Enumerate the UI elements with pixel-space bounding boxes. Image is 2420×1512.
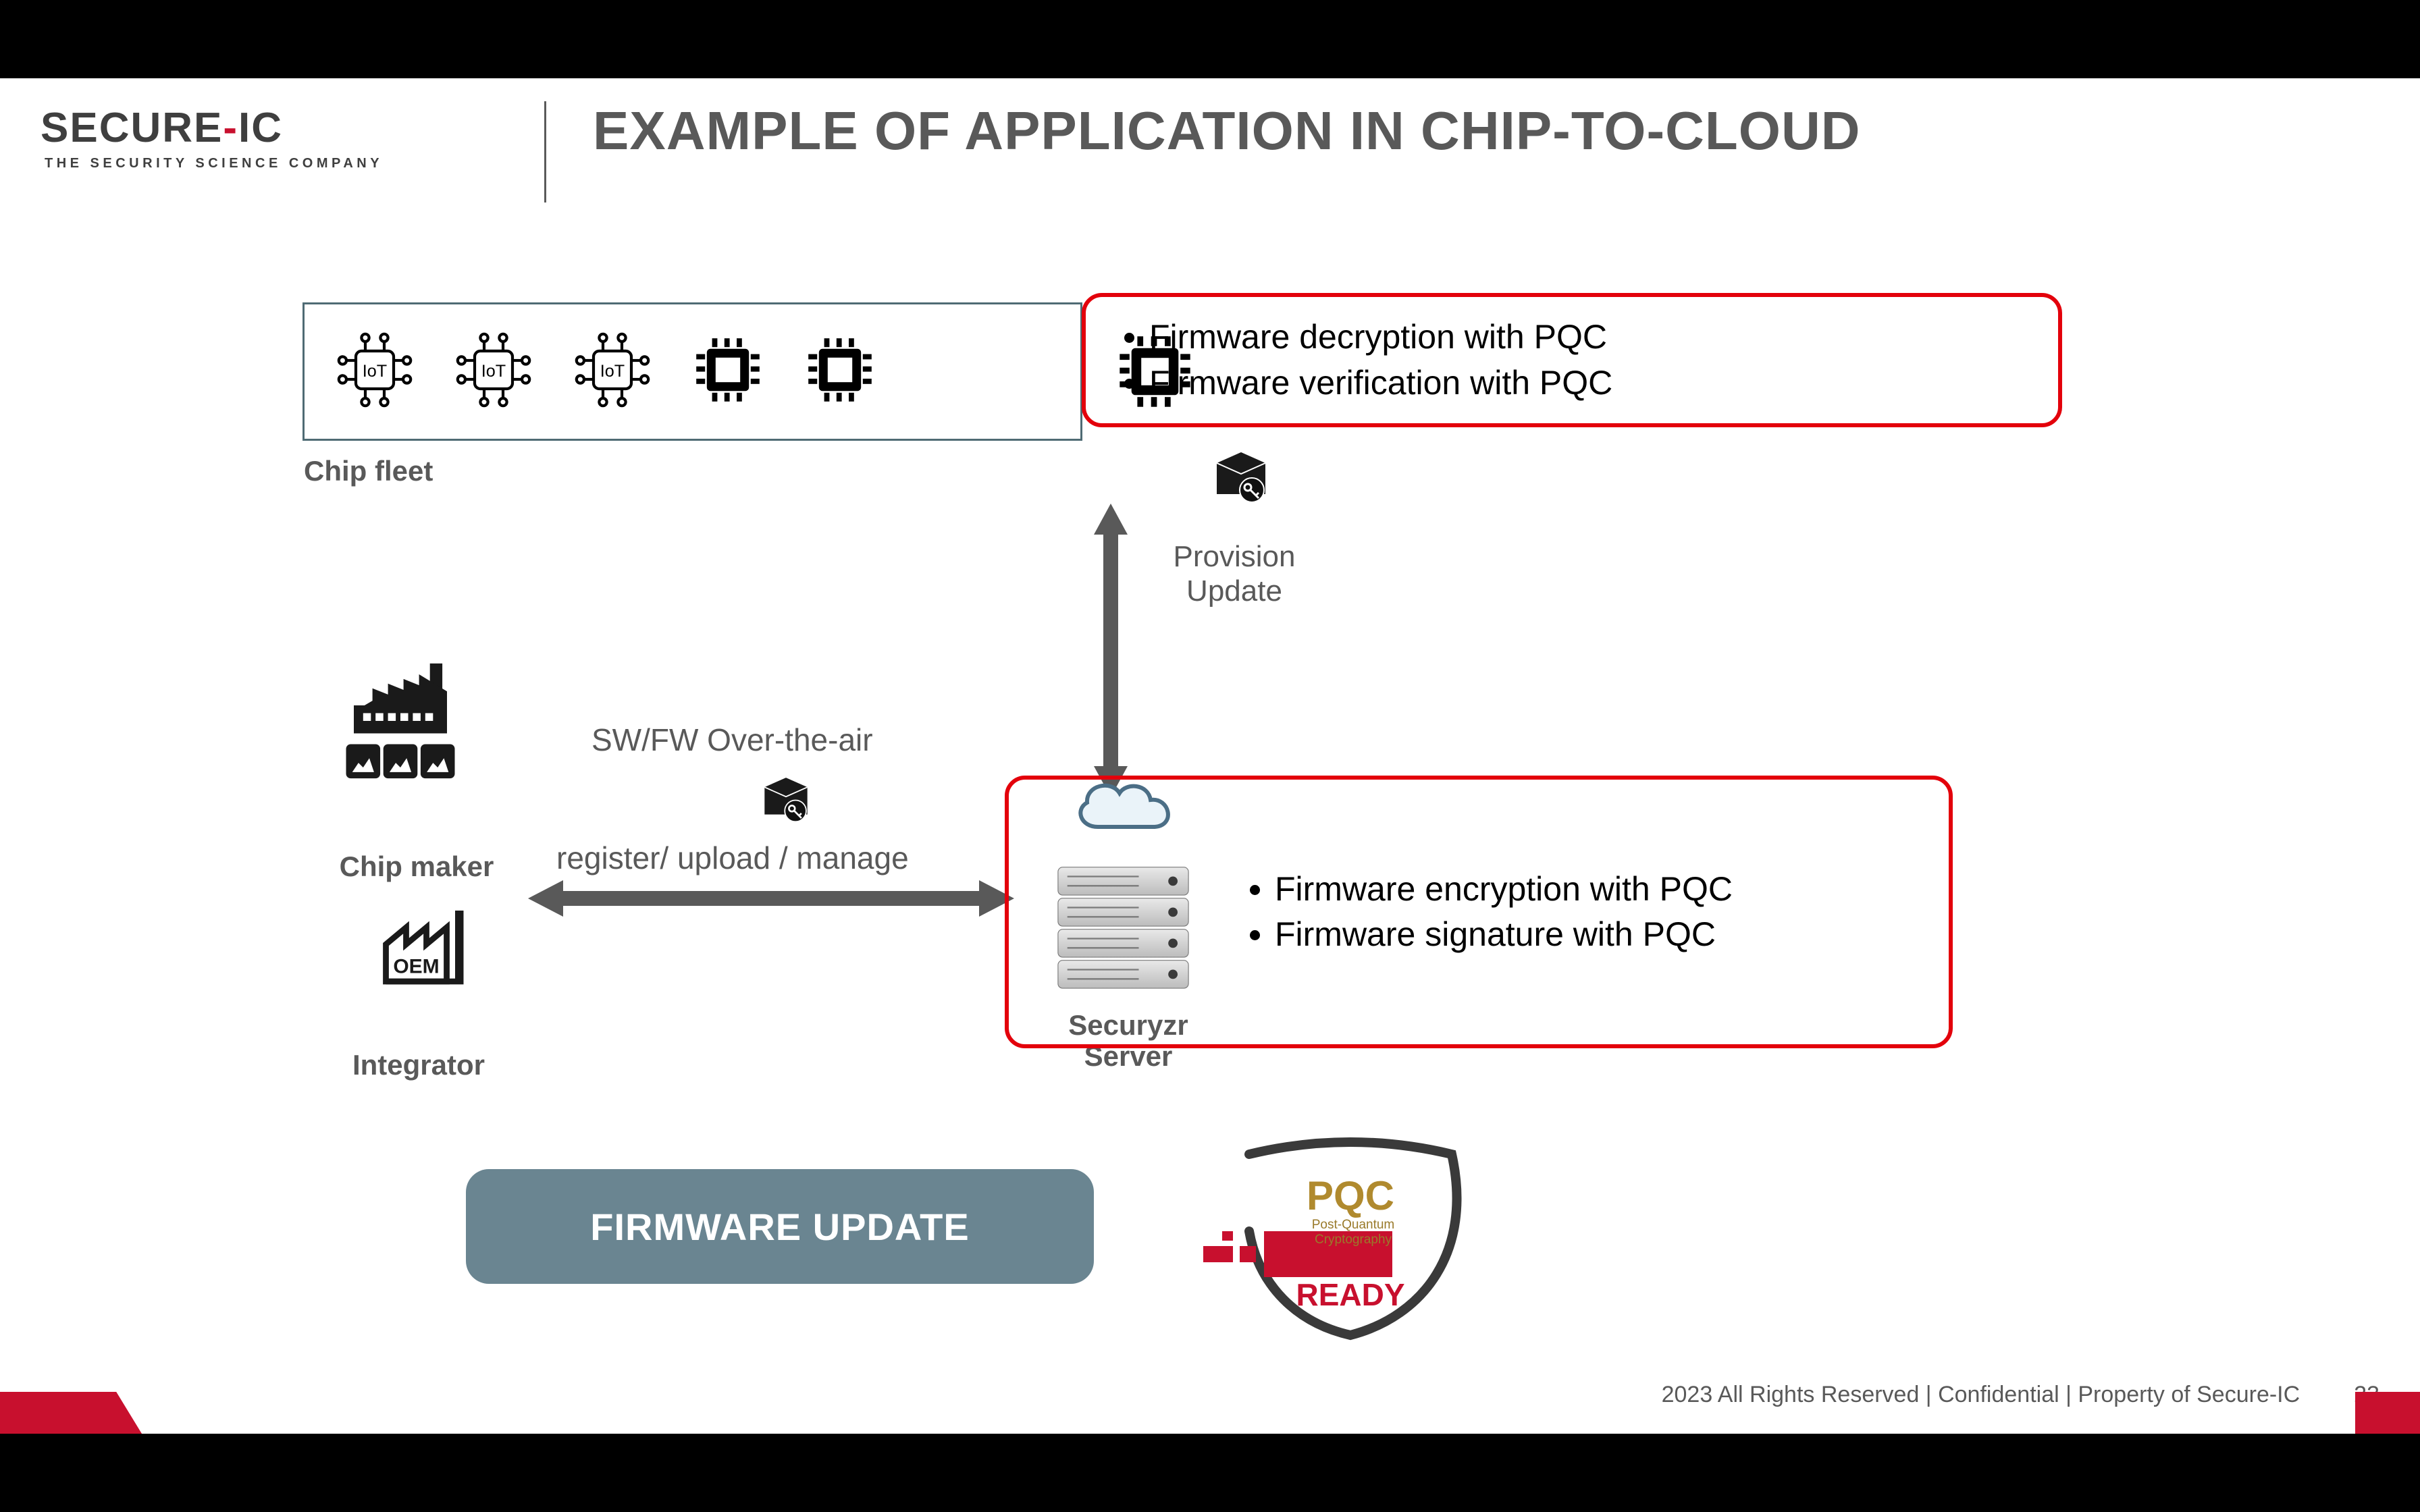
package-key-icon [1207,441,1275,512]
svg-text:PQC: PQC [1307,1173,1394,1218]
slide: SECURE-IC THE SECURITY SCIENCE COMPANY E… [0,78,2420,1434]
chip-fleet-group: IoT IoT IoT [302,302,1082,441]
provision-label: Provision Update [1153,540,1315,608]
firmware-update-badge: FIRMWARE UPDATE [466,1169,1094,1284]
register-label: register/ upload / manage [556,840,909,876]
svg-text:Cryptography: Cryptography [1315,1233,1392,1247]
logo-subtitle: THE SECURITY SCIENCE COMPANY [45,156,383,171]
svg-text:IoT: IoT [363,362,387,381]
integrator-label: Integrator [331,1049,506,1081]
iot-chip-icon: IoT [565,323,660,421]
package-key-icon [756,768,816,831]
firmware-encrypt-box: Firmware encryption with PQC Firmware si… [1005,776,1953,1048]
chip-maker-label: Chip maker [312,850,521,883]
header-separator [544,101,546,202]
iot-chip-icon: IoT [327,323,422,421]
factory-icon [323,659,478,817]
chip-fleet-label: Chip fleet [304,455,433,487]
firmware-decrypt-box: Firmware decryption with PQC Firmware ve… [1082,293,2062,427]
top-item-1: Firmware decryption with PQC [1149,315,2028,360]
iot-chip-icon: IoT [446,323,541,421]
vertical-double-arrow-icon [1091,504,1130,797]
cpu-chip-icon [684,326,772,417]
decor-corner-right [2355,1392,2420,1434]
top-item-2: Firmware verification with PQC [1149,360,2028,406]
svg-text:OEM: OEM [393,956,439,978]
logo-text: SECURE [41,105,223,151]
footer-copyright: 2023 All Rights Reserved | Confidential … [1662,1382,2300,1408]
bot-item-1: Firmware encryption with PQC [1275,867,1733,913]
logo-ic: IC [238,105,283,151]
svg-text:READY: READY [1296,1277,1404,1312]
footer: 2023 All Rights Reserved | Confidential … [0,1382,2420,1408]
company-logo: SECURE-IC [41,104,283,152]
swfw-label: SW/FW Over-the-air [591,722,873,758]
logo-dash: - [223,105,238,151]
oem-factory-icon: OEM [374,900,475,1005]
svg-text:IoT: IoT [481,362,506,381]
fw-badge-text: FIRMWARE UPDATE [590,1205,970,1249]
bot-item-2: Firmware signature with PQC [1275,912,1733,958]
horizontal-double-arrow-icon [528,878,1014,919]
pqc-ready-shield-icon: PQC Post-Quantum Cryptography READY [1161,1130,1526,1346]
slide-title: EXAMPLE OF APPLICATION IN CHIP-TO-CLOUD [593,100,1861,162]
svg-text:Post-Quantum: Post-Quantum [1312,1218,1395,1232]
cpu-chip-icon [796,326,884,417]
svg-text:IoT: IoT [600,362,625,381]
